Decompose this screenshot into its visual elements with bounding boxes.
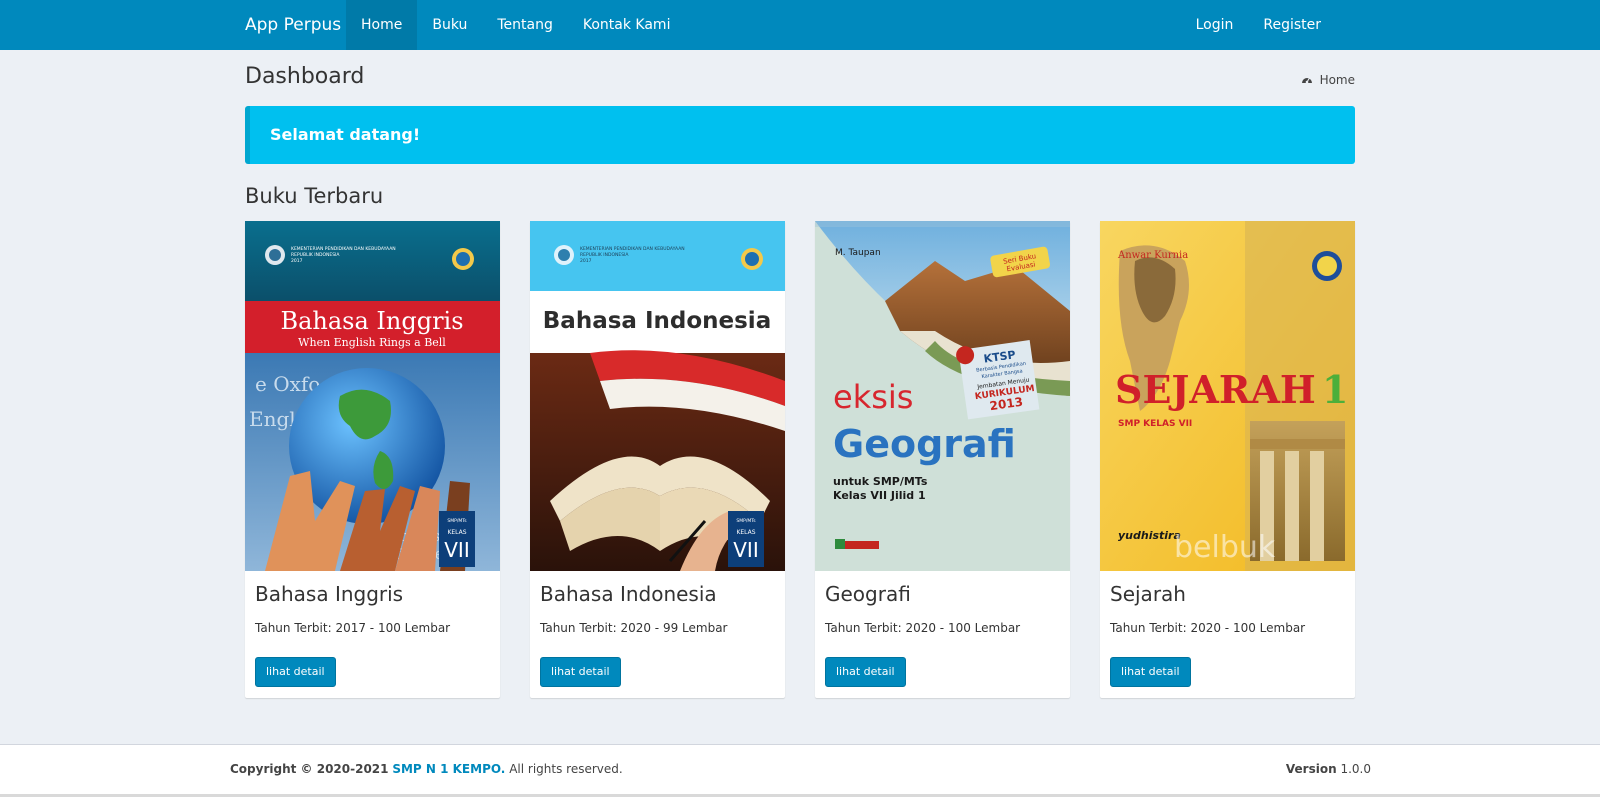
svg-text:2017: 2017 xyxy=(291,258,303,264)
version-number: 1.0.0 xyxy=(1340,762,1371,776)
cover-title: Bahasa Inggris xyxy=(280,307,463,335)
welcome-callout: Selamat datang! xyxy=(245,106,1355,164)
svg-text:When English Rings a Bell: When English Rings a Bell xyxy=(298,336,446,349)
book-title: Bahasa Indonesia xyxy=(540,582,717,606)
svg-text:Kelas VII Jilid 1: Kelas VII Jilid 1 xyxy=(833,489,926,502)
page-footer: Copyright © 2020-2021 SMP N 1 KEMPO. All… xyxy=(0,744,1600,797)
book-card: M. Taupan Seri Buku Evaluasi KTSP Berbas… xyxy=(815,221,1070,698)
book-cover-image[interactable]: KEMENTERIAN PENDIDIKAN DAN KEBUDAYAAN RE… xyxy=(245,221,500,571)
book-title: Sejarah xyxy=(1110,582,1186,606)
breadcrumb-home[interactable]: Home xyxy=(1320,73,1355,87)
auth-nav: Login Register xyxy=(1181,0,1336,50)
page-title: Dashboard xyxy=(245,64,365,89)
book-title: Geografi xyxy=(825,582,911,606)
dashboard-icon xyxy=(1301,77,1312,84)
cover-title: Geografi xyxy=(833,422,1016,466)
version-info: Version 1.0.0 xyxy=(1286,762,1371,776)
svg-text:VII: VII xyxy=(733,538,758,562)
svg-text:yudhistira: yudhistira xyxy=(1118,529,1181,542)
svg-text:untuk SMP/MTs: untuk SMP/MTs xyxy=(833,475,928,488)
nav-buku[interactable]: Buku xyxy=(417,0,482,50)
brand-logo[interactable]: App Perpus xyxy=(245,0,341,50)
detail-button[interactable]: lihat detail xyxy=(540,657,621,687)
cover-watermark: belbuk xyxy=(1174,530,1276,565)
detail-button[interactable]: lihat detail xyxy=(825,657,906,687)
svg-text:M. Taupan: M. Taupan xyxy=(835,248,881,258)
organization-link[interactable]: SMP N 1 KEMPO. xyxy=(392,762,505,776)
svg-text:KELAS: KELAS xyxy=(736,529,755,536)
svg-text:REPUBLIK INDONESIA: REPUBLIK INDONESIA xyxy=(580,252,629,258)
book-cover-image[interactable]: KEMENTERIAN PENDIDIKAN DAN KEBUDAYAAN RE… xyxy=(530,221,785,571)
svg-text:REPUBLIK INDONESIA: REPUBLIK INDONESIA xyxy=(291,252,340,258)
rights-text: All rights reserved. xyxy=(509,762,623,776)
nav-tentang[interactable]: Tentang xyxy=(482,0,568,50)
detail-button[interactable]: lihat detail xyxy=(255,657,336,687)
main-nav: Home Buku Tentang Kontak Kami xyxy=(346,0,685,50)
book-card: KEMENTERIAN PENDIDIKAN DAN KEBUDAYAAN RE… xyxy=(245,221,500,698)
svg-text:KELAS: KELAS xyxy=(447,529,466,536)
book-title: Bahasa Inggris xyxy=(255,582,404,606)
nav-register[interactable]: Register xyxy=(1248,0,1336,50)
cover-title: Bahasa Indonesia xyxy=(543,308,771,334)
svg-text:SMP/MTs: SMP/MTs xyxy=(736,518,756,524)
version-label: Version xyxy=(1285,762,1337,776)
copyright-prefix: Copyright © 2020-2021 xyxy=(230,762,389,776)
book-cover-image[interactable]: Anwar Kurnia SEJARAH 1 SMP KELAS VII yud… xyxy=(1100,221,1355,571)
nav-login[interactable]: Login xyxy=(1181,0,1249,50)
book-card: Anwar Kurnia SEJARAH 1 SMP KELAS VII yud… xyxy=(1100,221,1355,698)
welcome-text: Selamat datang! xyxy=(270,125,421,144)
book-meta: Tahun Terbit: 2020 - 100 Lembar xyxy=(1110,621,1306,635)
top-navbar: App Perpus Home Buku Tentang Kontak Kami… xyxy=(0,0,1600,50)
svg-text:KEMENTERIAN PENDIDIKAN DAN KEB: KEMENTERIAN PENDIDIKAN DAN KEBUDAYAAN xyxy=(580,246,685,252)
section-title: Buku Terbaru xyxy=(245,184,384,208)
svg-text:1: 1 xyxy=(1322,367,1348,412)
svg-text:VII: VII xyxy=(444,538,469,562)
svg-text:SMP/MTs: SMP/MTs xyxy=(447,518,467,524)
book-meta: Tahun Terbit: 2020 - 99 Lembar xyxy=(540,621,728,635)
book-meta: Tahun Terbit: 2020 - 100 Lembar xyxy=(825,621,1021,635)
nav-kontak-kami[interactable]: Kontak Kami xyxy=(568,0,686,50)
svg-text:SMP KELAS VII: SMP KELAS VII xyxy=(1118,419,1192,429)
book-cover-image[interactable]: M. Taupan Seri Buku Evaluasi KTSP Berbas… xyxy=(815,221,1070,571)
detail-button[interactable]: lihat detail xyxy=(1110,657,1191,687)
cover-brand: eksis xyxy=(833,378,913,416)
copyright-text: Copyright © 2020-2021 SMP N 1 KEMPO. All… xyxy=(230,762,623,776)
svg-text:Anwar Kurnia: Anwar Kurnia xyxy=(1117,250,1188,261)
svg-text:2017: 2017 xyxy=(580,258,592,264)
cover-title: SEJARAH xyxy=(1115,367,1316,412)
book-meta: Tahun Terbit: 2017 - 100 Lembar xyxy=(255,621,451,635)
nav-home[interactable]: Home xyxy=(346,0,418,50)
cover-header-text: KEMENTERIAN PENDIDIKAN DAN KEBUDAYAAN xyxy=(291,246,396,252)
book-card: KEMENTERIAN PENDIDIKAN DAN KEBUDAYAAN RE… xyxy=(530,221,785,698)
breadcrumb: Home xyxy=(1301,73,1355,87)
